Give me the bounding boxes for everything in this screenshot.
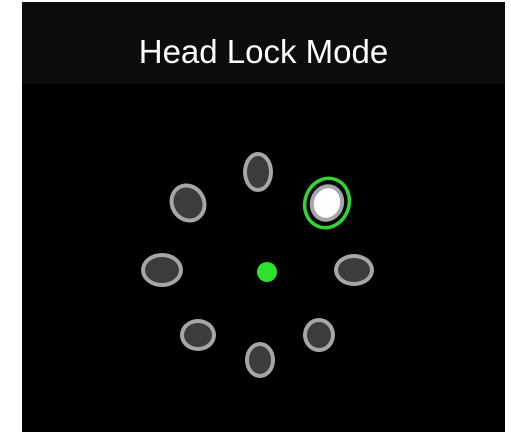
target-ring bbox=[141, 152, 374, 378]
target-bottom-right[interactable] bbox=[303, 318, 335, 352]
target-fill bbox=[173, 187, 203, 219]
target-bottom-left[interactable] bbox=[180, 319, 216, 351]
target-left[interactable] bbox=[141, 253, 183, 287]
target-fill bbox=[247, 156, 269, 188]
targets-group bbox=[141, 152, 374, 378]
target-fill bbox=[249, 346, 271, 374]
target-fill bbox=[145, 257, 179, 283]
target-top-left[interactable] bbox=[162, 177, 213, 230]
target-bottom[interactable] bbox=[245, 342, 275, 378]
target-right[interactable] bbox=[334, 254, 374, 286]
target-fill bbox=[184, 323, 212, 347]
target-fill bbox=[307, 322, 331, 348]
head-lock-view: Head Lock Mode bbox=[22, 2, 505, 432]
target-fill bbox=[338, 258, 370, 282]
target-top-right[interactable] bbox=[298, 172, 356, 234]
target-top[interactable] bbox=[243, 152, 273, 192]
center-dot-icon bbox=[257, 262, 277, 282]
